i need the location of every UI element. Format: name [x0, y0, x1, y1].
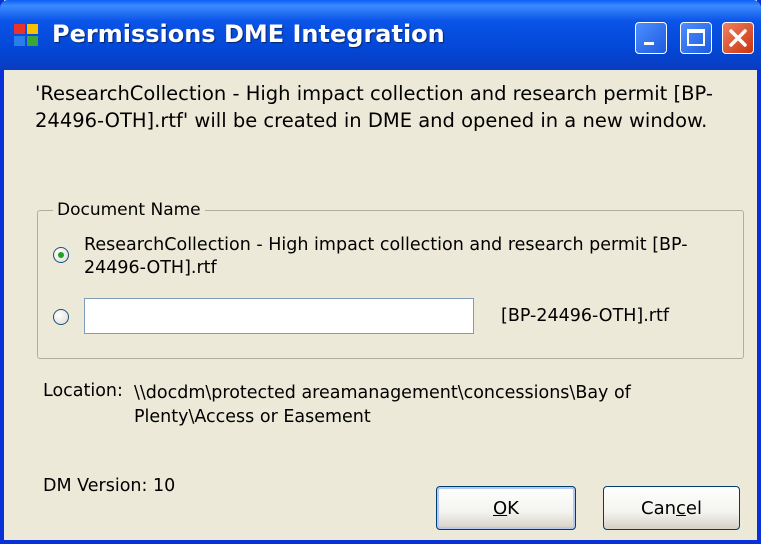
option-default-label[interactable]: ResearchCollection - High impact collect…: [84, 234, 734, 280]
ok-accelerator: O: [493, 497, 508, 519]
dm-version: DM Version: 10: [43, 476, 176, 496]
cancel-accelerator: c: [676, 497, 686, 519]
ok-button[interactable]: OK: [436, 486, 576, 530]
custom-name-suffix: [BP-24496-OTH].rtf: [501, 306, 670, 326]
radio-option-default[interactable]: [53, 247, 69, 263]
cancel-label-post: el: [685, 497, 702, 519]
location-label: Location:: [43, 381, 123, 401]
custom-name-input[interactable]: [84, 298, 474, 334]
radio-selected-dot: [58, 252, 64, 258]
info-message: 'ResearchCollection - High impact collec…: [35, 82, 713, 132]
cancel-label-pre: Can: [641, 497, 677, 519]
group-label: Document Name: [53, 200, 205, 220]
document-name-group: Document Name ResearchCollection - High …: [37, 200, 744, 359]
location-path: \\docdm\protected areamanagement\concess…: [134, 383, 631, 427]
dialog-window: Permissions DME Integration 'ResearchCol…: [0, 0, 761, 544]
ok-label-post: K: [507, 497, 519, 519]
radio-option-custom[interactable]: [53, 309, 69, 325]
cancel-button[interactable]: Can c el: [603, 486, 740, 530]
